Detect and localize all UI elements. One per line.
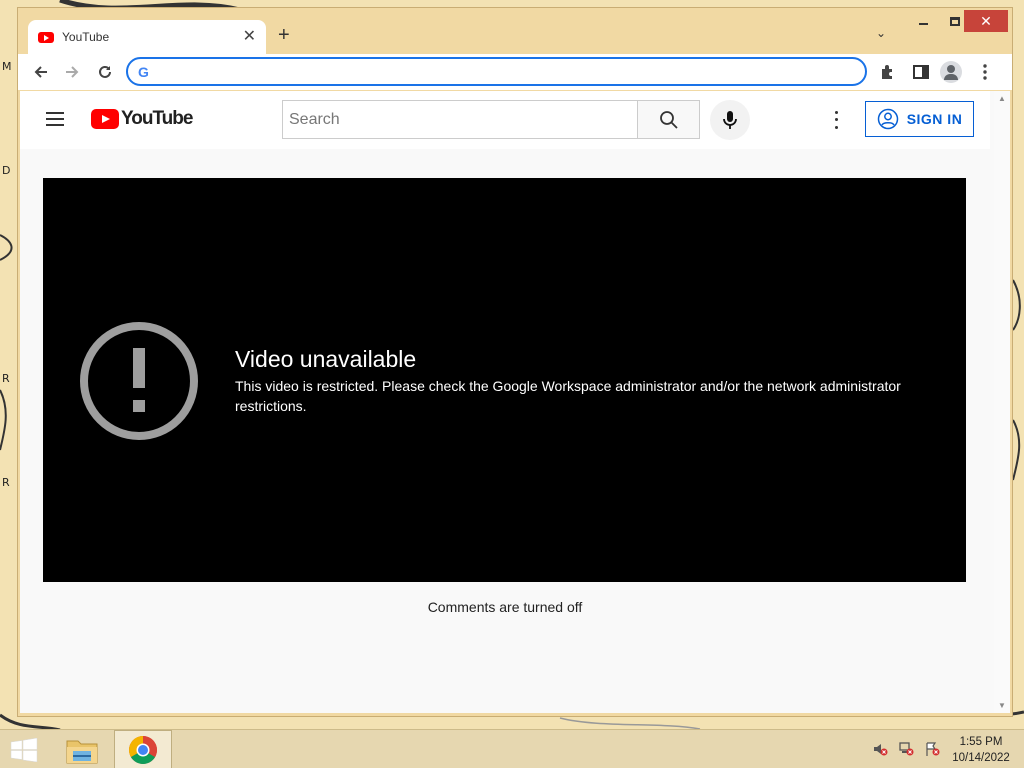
browser-window: YouTube ✕ + ⌄ ✕ G YouTube Search SIGN IN…	[17, 7, 1013, 717]
page-viewport: YouTube SIGN IN Video unavai	[20, 91, 1010, 713]
voice-search-button[interactable]	[710, 100, 750, 140]
account-circle-icon	[877, 108, 898, 130]
address-bar[interactable]: G	[126, 57, 867, 86]
tab-close-icon[interactable]: ✕	[243, 29, 256, 45]
scroll-down-arrow-icon[interactable]: ▼	[998, 701, 1006, 710]
youtube-favicon-icon	[38, 31, 54, 43]
desktop-icon-label: R	[2, 372, 10, 385]
action-center-flag-icon[interactable]	[924, 741, 940, 757]
volume-muted-icon[interactable]	[872, 741, 888, 757]
profile-button[interactable]	[940, 61, 962, 83]
search-box[interactable]	[282, 100, 638, 139]
windows-logo-icon	[10, 737, 38, 763]
browser-toolbar: G	[18, 54, 1012, 90]
minimize-icon	[918, 23, 928, 25]
reload-icon	[99, 65, 111, 78]
extensions-puzzle-icon	[882, 65, 892, 79]
kebab-menu-icon	[983, 64, 987, 80]
tab-youtube[interactable]: YouTube ✕	[28, 20, 266, 54]
file-explorer-folder-icon	[66, 740, 98, 763]
taskbar: 1:55 PM 10/14/2022	[0, 729, 1024, 768]
tab-search-chevron-icon[interactable]: ⌄	[876, 26, 886, 40]
microphone-icon	[723, 111, 737, 129]
forward-button[interactable]	[62, 62, 82, 82]
sign-in-button[interactable]: SIGN IN	[865, 101, 974, 137]
search-button[interactable]	[637, 100, 700, 139]
desktop-icon-label: D	[2, 164, 11, 177]
youtube-logo[interactable]: YouTube	[91, 108, 193, 130]
settings-more-icon[interactable]	[826, 109, 846, 131]
clock-time: 1:55 PM	[959, 736, 1003, 748]
youtube-wordmark: YouTube	[121, 108, 193, 129]
start-button[interactable]	[9, 737, 39, 763]
browser-menu-button[interactable]	[976, 63, 994, 81]
extensions-button[interactable]	[879, 63, 897, 81]
back-arrow-icon	[34, 66, 47, 78]
title-bar: YouTube ✕ + ⌄ ✕	[18, 8, 1012, 54]
hamburger-menu-icon[interactable]	[46, 112, 64, 126]
reload-button[interactable]	[95, 62, 115, 82]
google-chrome-icon	[129, 735, 157, 764]
video-player[interactable]: Video unavailable This video is restrict…	[43, 178, 966, 582]
system-tray	[872, 741, 940, 757]
error-title: Video unavailable	[235, 346, 417, 372]
exclamation-error-icon	[80, 322, 198, 440]
network-disconnected-icon[interactable]	[898, 741, 914, 757]
youtube-header: YouTube SIGN IN	[20, 91, 990, 149]
comments-status: Comments are turned off	[427, 599, 583, 615]
profile-icon	[940, 61, 962, 83]
back-button[interactable]	[31, 62, 51, 82]
youtube-play-icon	[91, 109, 119, 129]
file-explorer-taskbar-button[interactable]	[53, 730, 111, 768]
sign-in-label: SIGN IN	[906, 111, 963, 127]
maximize-icon	[950, 16, 960, 26]
side-panel-button[interactable]	[912, 63, 930, 81]
clock-date: 10/14/2022	[952, 752, 1010, 764]
search-icon	[659, 110, 678, 129]
desktop-icon-label: R	[2, 476, 10, 489]
error-message: This video is restricted. Please check t…	[235, 378, 901, 414]
new-tab-button[interactable]: +	[278, 25, 290, 45]
chrome-taskbar-button[interactable]	[114, 730, 172, 768]
google-g-icon: G	[138, 63, 149, 80]
side-panel-icon	[913, 65, 929, 79]
scroll-up-arrow-icon[interactable]: ▲	[998, 94, 1006, 103]
tab-title: YouTube	[62, 30, 110, 44]
search-input[interactable]	[289, 110, 638, 129]
close-window-button[interactable]: ✕	[964, 10, 1008, 32]
forward-arrow-icon	[66, 66, 79, 78]
minimize-button[interactable]	[908, 10, 938, 32]
address-input[interactable]	[154, 63, 865, 80]
taskbar-clock[interactable]: 1:55 PM 10/14/2022	[945, 734, 1017, 766]
page-scrollbar[interactable]: ▲ ▼	[994, 91, 1010, 713]
desktop-icon-label: M	[2, 60, 12, 73]
